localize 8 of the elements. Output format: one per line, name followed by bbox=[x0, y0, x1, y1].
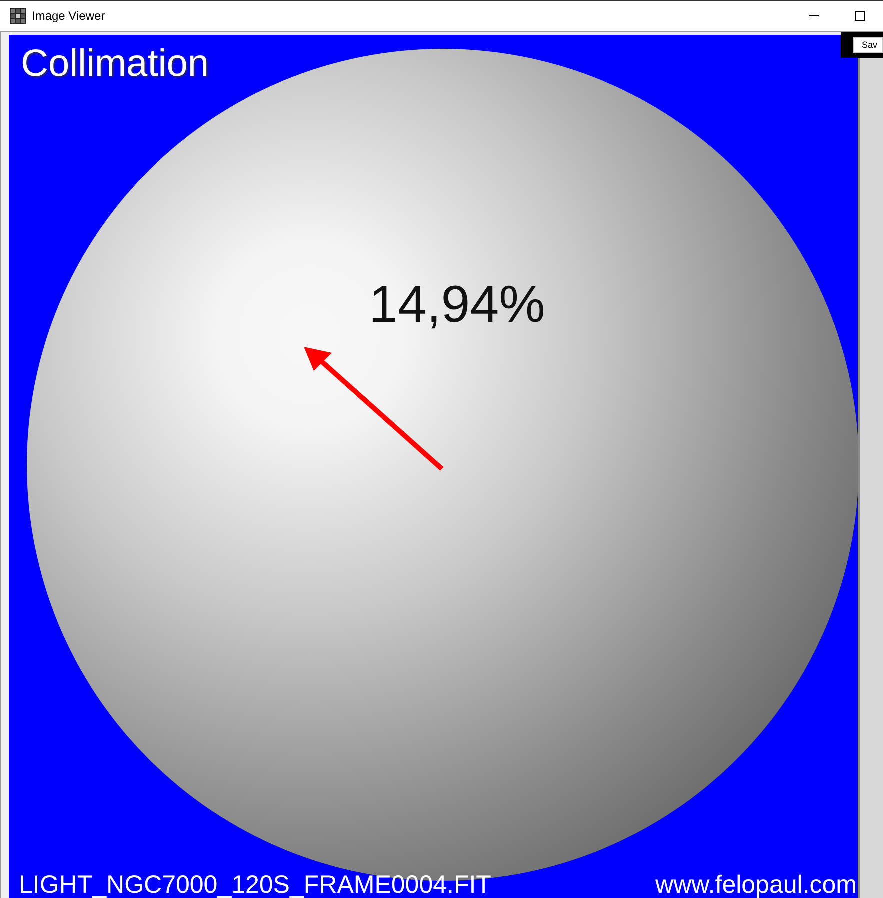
maximize-icon bbox=[854, 10, 866, 22]
save-button[interactable]: Sav bbox=[853, 37, 883, 53]
heading: Collimation bbox=[21, 43, 209, 86]
collimation-reading: 14,94% bbox=[369, 275, 546, 335]
window-title: Image Viewer bbox=[32, 9, 106, 23]
grid-icon bbox=[10, 8, 26, 24]
website-text: www.felopaul.com bbox=[656, 871, 857, 898]
file-name: LIGHT_NGC7000_120S_FRAME0004.FIT bbox=[19, 871, 492, 898]
